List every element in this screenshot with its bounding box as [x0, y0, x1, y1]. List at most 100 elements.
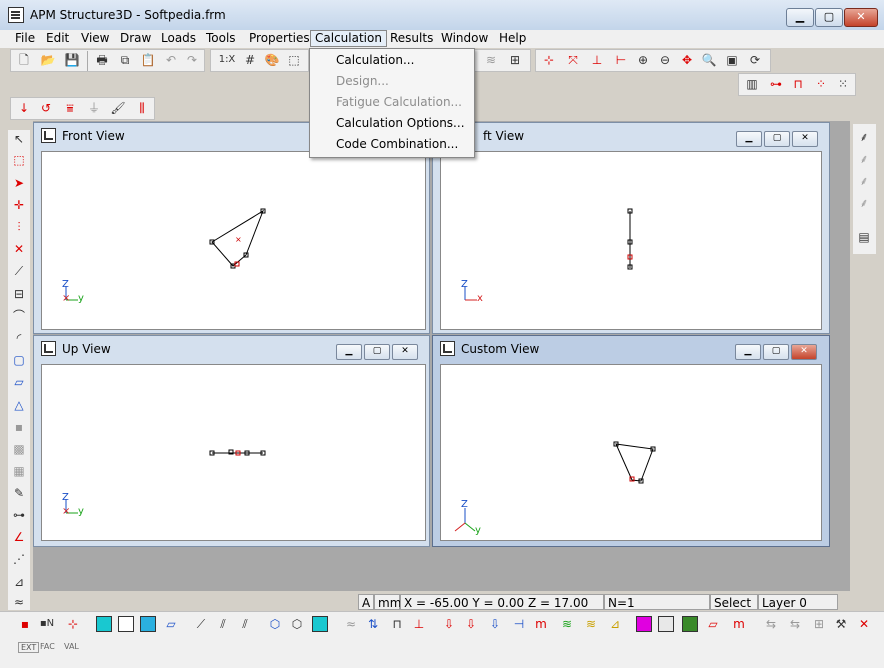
- rail-icon[interactable]: ⊟: [10, 285, 28, 303]
- cable-icon[interactable]: ⋰: [10, 550, 28, 568]
- print-icon[interactable]: 🖶: [93, 51, 111, 69]
- beam-grid-icon[interactable]: ⊞: [810, 615, 828, 633]
- stress-icon[interactable]: ⸙: [855, 150, 873, 168]
- layers-icon[interactable]: ≋: [558, 615, 576, 633]
- open-folder-icon[interactable]: 📂: [39, 51, 57, 69]
- fac-tab[interactable]: FAC: [40, 642, 55, 651]
- zoom-all-icon[interactable]: ▣: [723, 51, 741, 69]
- color-magenta-icon[interactable]: [636, 616, 652, 632]
- select-node-icon[interactable]: ⬚: [285, 51, 303, 69]
- new-file-icon[interactable]: 🗋: [15, 51, 33, 69]
- load-beam-icon[interactable]: ⊣: [510, 615, 528, 633]
- spring-display-icon[interactable]: ≈: [342, 615, 360, 633]
- node-number-icon[interactable]: ▪N: [38, 615, 56, 633]
- menu-properties[interactable]: Properties: [245, 30, 314, 47]
- color-plane-icon[interactable]: ⏥: [704, 615, 722, 633]
- up-view-window[interactable]: Up View ▁ ▢ ✕ Z y ×: [33, 335, 430, 547]
- spline-icon[interactable]: ≈: [10, 593, 28, 611]
- custom-view-window[interactable]: Custom View ▁ ▢ ✕ Z y: [432, 335, 830, 547]
- menu-draw[interactable]: Draw: [116, 30, 155, 47]
- menu-window[interactable]: Window: [437, 30, 492, 47]
- force-icon[interactable]: ↓: [15, 99, 33, 117]
- menu-item-code-combination[interactable]: Code Combination...: [310, 134, 474, 155]
- menu-tools[interactable]: Tools: [202, 30, 240, 47]
- shell-icon[interactable]: ▱: [10, 373, 28, 391]
- up-view-minimize[interactable]: ▁: [336, 344, 362, 360]
- menu-item-fatigue[interactable]: Fatigue Calculation...: [310, 92, 474, 113]
- beam-section-display-icon[interactable]: ⫽: [214, 615, 232, 633]
- report-icon[interactable]: ▤: [855, 228, 873, 246]
- menu-calculation[interactable]: Calculation: [310, 30, 387, 47]
- animation-icon[interactable]: ⸙: [855, 172, 873, 190]
- plate-display-icon[interactable]: [96, 616, 112, 632]
- menu-item-calculation[interactable]: Calculation...: [310, 50, 474, 71]
- support-display-icon[interactable]: ⇅: [364, 615, 382, 633]
- support-icon[interactable]: ⊶: [767, 75, 785, 93]
- moment-display-icon[interactable]: m: [532, 615, 550, 633]
- local-axes-icon[interactable]: ⊹: [64, 615, 82, 633]
- mesh-icon[interactable]: ▦: [10, 462, 28, 480]
- zoom-window-icon[interactable]: 🔍: [700, 51, 718, 69]
- rotate-axes-icon[interactable]: ⤧: [564, 51, 582, 69]
- left-view-maximize[interactable]: ▢: [764, 131, 790, 147]
- left-view-close[interactable]: ✕: [792, 131, 818, 147]
- split-beam-icon[interactable]: ⟋: [10, 262, 28, 280]
- menu-loads[interactable]: Loads: [157, 30, 200, 47]
- front-view-canvas[interactable]: × Z y ×: [41, 151, 426, 330]
- node-array-icon[interactable]: ⁙: [834, 75, 852, 93]
- plate-icon[interactable]: ▢: [10, 351, 28, 369]
- move-node-icon[interactable]: ✛: [10, 196, 28, 214]
- delete-tool-icon[interactable]: ✕: [855, 615, 873, 633]
- frame-model-icon[interactable]: ⬡: [288, 615, 306, 633]
- layer-shape-icon[interactable]: ⊿: [606, 615, 624, 633]
- select-node-tool-icon[interactable]: ➤: [10, 174, 28, 192]
- arc-icon[interactable]: ⌒: [10, 307, 28, 325]
- beam-display-icon[interactable]: ⟋: [192, 615, 210, 633]
- force-display-icon[interactable]: ⊥: [410, 615, 428, 633]
- menu-results[interactable]: Results: [386, 30, 437, 47]
- select-area-icon[interactable]: ⬚: [10, 151, 28, 169]
- redo-icon[interactable]: ↷: [183, 51, 201, 69]
- zoom-in-icon[interactable]: ⊕: [634, 51, 652, 69]
- spring-icon[interactable]: ⊶: [10, 506, 28, 524]
- temperature-load-icon[interactable]: ⏚: [85, 99, 103, 117]
- extrude-icon[interactable]: ▩: [10, 440, 28, 458]
- material-icon[interactable]: m: [730, 615, 748, 633]
- hinge-display-icon[interactable]: ⊓: [388, 615, 406, 633]
- rigid-link-icon[interactable]: ✎: [10, 484, 28, 502]
- save-icon[interactable]: 💾: [63, 51, 81, 69]
- deform-icon[interactable]: ⸙: [855, 128, 873, 146]
- undo-icon[interactable]: ↶: [162, 51, 180, 69]
- custom-view-canvas[interactable]: Z y: [440, 364, 822, 541]
- delete-beam-icon[interactable]: ✕: [10, 240, 28, 258]
- node-graph-icon[interactable]: ⊞: [506, 51, 524, 69]
- menu-item-calc-options[interactable]: Calculation Options...: [310, 113, 474, 134]
- axes-icon[interactable]: ⊹: [540, 51, 558, 69]
- axes-side-icon[interactable]: ⊢: [612, 51, 630, 69]
- beam-tool-icon[interactable]: ⫶: [10, 218, 28, 236]
- left-view-minimize[interactable]: ▁: [736, 131, 762, 147]
- node-pattern-icon[interactable]: ⁘: [812, 75, 830, 93]
- beam-arrows-icon[interactable]: ⇆: [762, 615, 780, 633]
- val-tab[interactable]: VAL: [64, 642, 79, 651]
- menu-item-design[interactable]: Design...: [310, 71, 474, 92]
- envelope-icon[interactable]: ⸙: [855, 194, 873, 212]
- up-view-maximize[interactable]: ▢: [364, 344, 390, 360]
- close-button[interactable]: ✕: [844, 8, 878, 27]
- rotate-view-icon[interactable]: ⟳: [746, 51, 764, 69]
- load-value-icon[interactable]: ⇩: [462, 615, 480, 633]
- stair-icon[interactable]: ⊿: [10, 573, 28, 591]
- custom-view-close[interactable]: ✕: [791, 344, 817, 360]
- zoom-out-icon[interactable]: ⊖: [656, 51, 674, 69]
- up-view-canvas[interactable]: Z y ×: [41, 364, 426, 541]
- maximize-button[interactable]: ▢: [815, 8, 843, 27]
- menu-edit[interactable]: Edit: [42, 30, 73, 47]
- color-gray-icon[interactable]: [658, 616, 674, 632]
- ext-tab[interactable]: EXT: [18, 642, 40, 653]
- distributed-load-icon[interactable]: ⩸: [61, 99, 79, 117]
- menu-help[interactable]: Help: [495, 30, 530, 47]
- up-view-close[interactable]: ✕: [392, 344, 418, 360]
- render-model-icon[interactable]: [312, 616, 328, 632]
- minimize-button[interactable]: ▁: [786, 8, 814, 27]
- align-icon[interactable]: ≋: [482, 51, 500, 69]
